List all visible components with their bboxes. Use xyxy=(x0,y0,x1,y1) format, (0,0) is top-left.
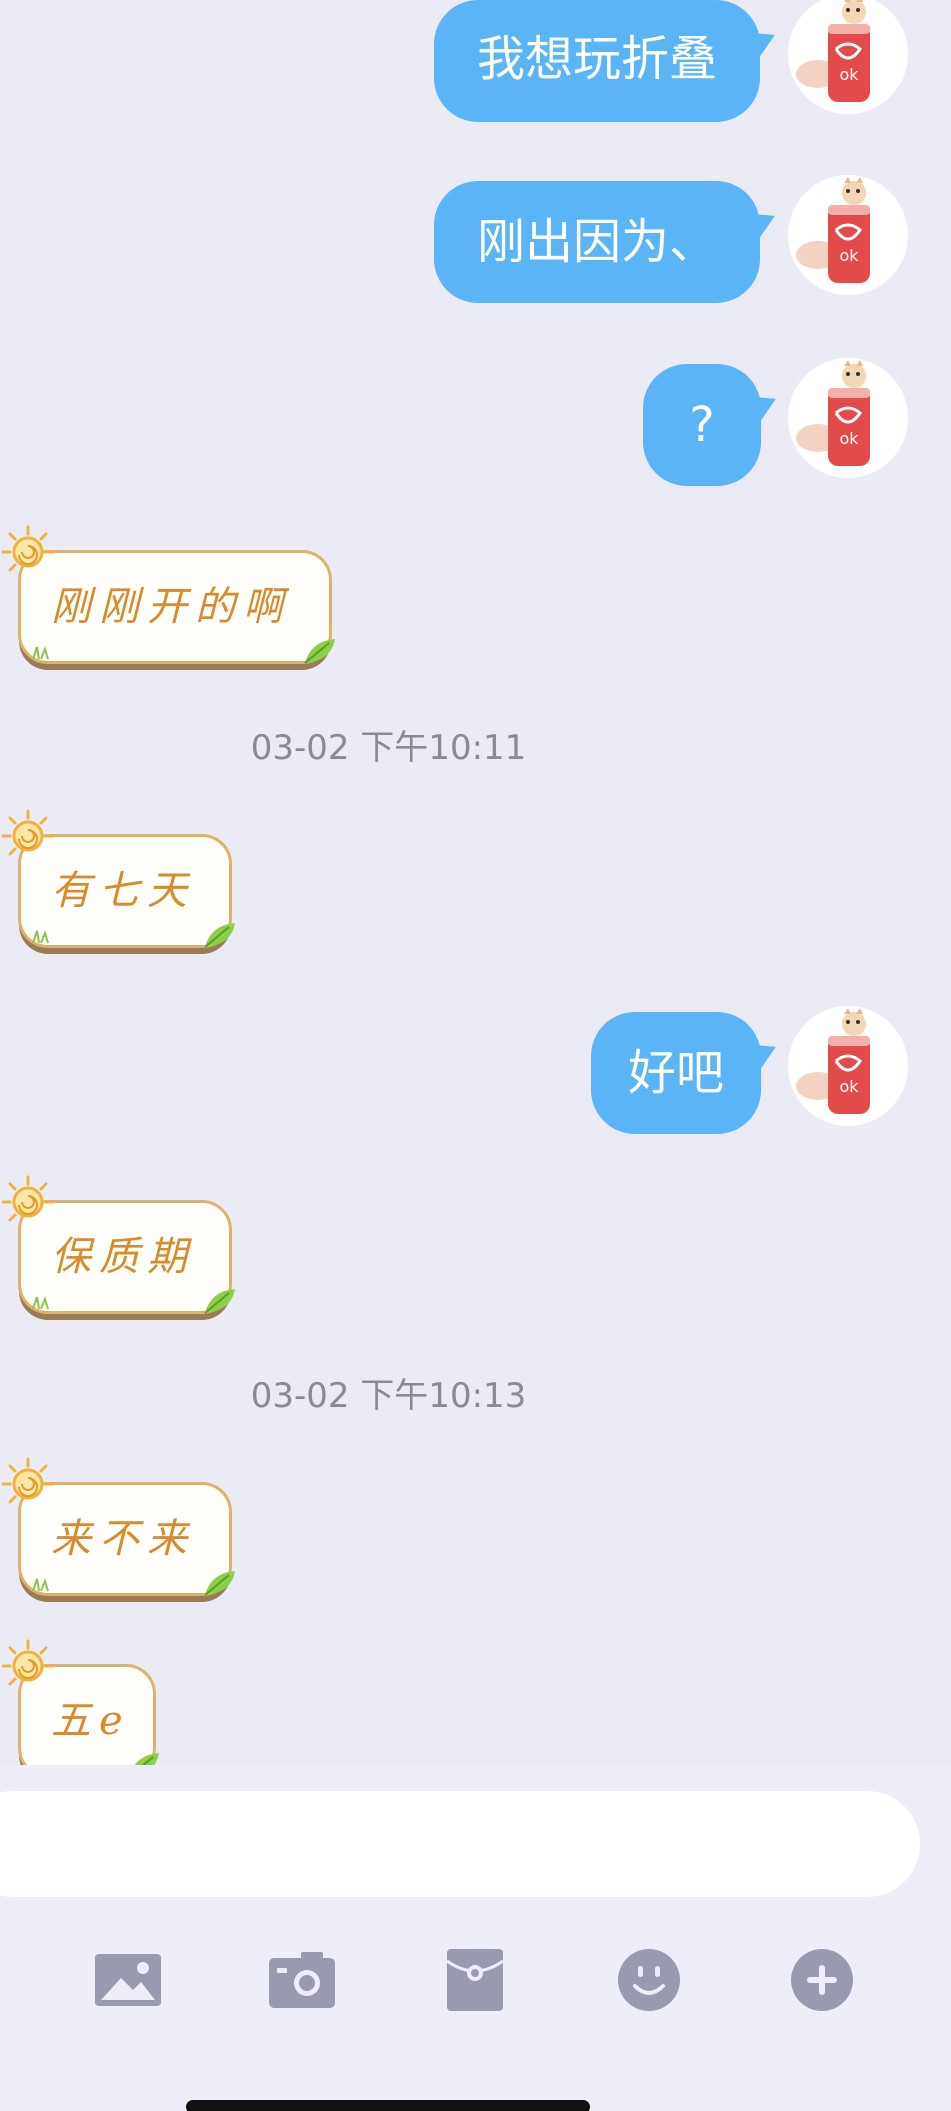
avatar[interactable]: ok xyxy=(788,358,908,478)
leaf-icon xyxy=(204,923,235,948)
timestamp: 03-02 下午10:13 xyxy=(250,1376,527,1416)
plus-button[interactable] xyxy=(777,1935,867,2025)
svg-text:ok: ok xyxy=(839,1077,859,1096)
message-bubble[interactable]: 刚刚开的啊 xyxy=(18,550,335,664)
message-text: 五e xyxy=(51,1698,131,1744)
image-icon xyxy=(95,1954,161,2006)
incoming-message: 来不来 xyxy=(0,1456,260,1616)
home-indicator[interactable] xyxy=(186,2100,590,2111)
camera-button[interactable] xyxy=(257,1935,347,2025)
avatar[interactable]: ok xyxy=(788,1006,908,1126)
message-text: 我想玩折叠 xyxy=(476,31,717,87)
message-text: 来不来 xyxy=(51,1516,195,1562)
grass-icon xyxy=(32,1577,49,1591)
bubble-tail xyxy=(748,1034,782,1070)
avatar-can-icon: ok xyxy=(788,358,908,478)
leaf-icon xyxy=(204,1289,235,1314)
avatar[interactable]: ok xyxy=(788,175,908,295)
leaf-icon xyxy=(204,1571,235,1596)
incoming-message: 五e xyxy=(0,1638,180,1765)
sun-icon xyxy=(1,1175,55,1222)
emoji-icon xyxy=(618,1949,680,2011)
emoji-button[interactable] xyxy=(604,1935,694,2025)
leaf-icon xyxy=(304,639,335,664)
plus-icon xyxy=(791,1949,853,2011)
red-packet-icon xyxy=(446,1949,504,2011)
sun-icon xyxy=(1,809,55,856)
avatar-can-icon: ok xyxy=(788,0,908,114)
avatar[interactable]: ok xyxy=(788,0,908,114)
grass-icon xyxy=(32,929,49,943)
message-bubble[interactable]: ? xyxy=(643,364,782,486)
bubble-tail xyxy=(747,22,781,58)
chat-screen: 我想玩折叠 ok 刚出因为、 ok ? ok 刚刚开的啊 03-02 下午10:… xyxy=(0,0,951,2111)
incoming-message: 保质期 xyxy=(0,1174,260,1334)
message-text: 有七天 xyxy=(51,868,195,914)
avatar-can-icon: ok xyxy=(788,1006,908,1126)
message-bubble[interactable]: 好吧 xyxy=(591,1012,782,1134)
message-input[interactable] xyxy=(0,1791,920,1897)
bubble-tail xyxy=(748,386,782,422)
message-text: 刚出因为、 xyxy=(476,214,717,270)
sun-icon xyxy=(1,525,55,572)
message-bubble[interactable]: 刚出因为、 xyxy=(434,181,781,303)
message-text: ? xyxy=(689,397,715,453)
message-text: 保质期 xyxy=(51,1234,195,1280)
message-bubble[interactable]: 我想玩折叠 xyxy=(434,0,781,122)
svg-text:ok: ok xyxy=(839,429,859,448)
message-text: 刚刚开的啊 xyxy=(51,584,291,630)
input-panel xyxy=(0,1765,951,2111)
image-button[interactable] xyxy=(83,1935,173,2025)
svg-text:ok: ok xyxy=(839,65,859,84)
leaf-icon xyxy=(134,1753,159,1765)
grass-icon xyxy=(32,645,49,659)
avatar-can-icon: ok xyxy=(788,175,908,295)
bubble-tail xyxy=(747,203,781,239)
sun-icon xyxy=(1,1457,55,1504)
grass-icon xyxy=(32,1295,49,1309)
svg-text:ok: ok xyxy=(839,246,859,265)
camera-icon xyxy=(269,1952,335,2008)
message-text: 好吧 xyxy=(627,1045,724,1101)
timestamp: 03-02 下午10:11 xyxy=(250,728,527,768)
message-list[interactable]: 我想玩折叠 ok 刚出因为、 ok ? ok 刚刚开的啊 03-02 下午10:… xyxy=(0,0,951,1765)
incoming-message: 有七天 xyxy=(0,808,260,968)
red-packet-button[interactable] xyxy=(430,1935,520,2025)
sun-icon xyxy=(1,1639,55,1686)
incoming-message: 刚刚开的啊 xyxy=(0,524,360,684)
